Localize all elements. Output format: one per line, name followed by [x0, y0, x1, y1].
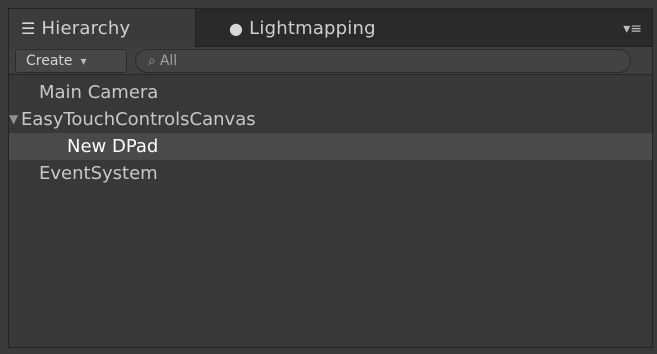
expand-arrow-icon[interactable]: ▼ — [9, 106, 21, 133]
create-button-label: Create — [26, 53, 73, 69]
hierarchy-panel: ☰ Hierarchy ● Lightmapping ▾≡ Create ▾ ⌕… — [8, 8, 653, 348]
tab-lightmapping-label: Lightmapping — [249, 17, 376, 39]
hierarchy-item-label: EasyTouchControlsCanvas — [21, 109, 256, 130]
hierarchy-toolbar: Create ▾ ⌕ — [9, 47, 652, 75]
panel-menu-icon: ▾≡ — [623, 21, 642, 37]
hierarchy-item-label: EventSystem — [39, 163, 158, 184]
search-input[interactable] — [159, 53, 580, 69]
tab-lightmapping[interactable]: ● Lightmapping — [219, 9, 419, 47]
hierarchy-list-icon: ☰ — [21, 18, 36, 38]
chevron-down-icon: ▾ — [80, 54, 87, 68]
create-dropdown-button[interactable]: Create ▾ — [15, 49, 127, 73]
tab-hierarchy-label: Hierarchy — [41, 17, 131, 39]
lightbulb-icon: ● — [229, 18, 244, 38]
hierarchy-item-eventsystem[interactable]: EventSystem — [9, 160, 652, 187]
tab-strip: ☰ Hierarchy ● Lightmapping ▾≡ — [9, 9, 652, 47]
hierarchy-item-label: Main Camera — [39, 82, 159, 103]
search-field[interactable]: ⌕ — [135, 49, 631, 73]
hierarchy-item-new-dpad[interactable]: New DPad — [9, 133, 652, 160]
panel-menu-button[interactable]: ▾≡ — [614, 21, 642, 37]
hierarchy-item-main-camera[interactable]: Main Camera — [9, 79, 652, 106]
hierarchy-item-easytouchcontrolscanvas[interactable]: ▼ EasyTouchControlsCanvas — [9, 106, 652, 133]
hierarchy-list: Main Camera ▼ EasyTouchControlsCanvas Ne… — [9, 79, 652, 187]
tab-hierarchy[interactable]: ☰ Hierarchy — [9, 9, 196, 47]
search-icon: ⌕ — [148, 53, 156, 69]
hierarchy-item-label: New DPad — [67, 136, 159, 157]
